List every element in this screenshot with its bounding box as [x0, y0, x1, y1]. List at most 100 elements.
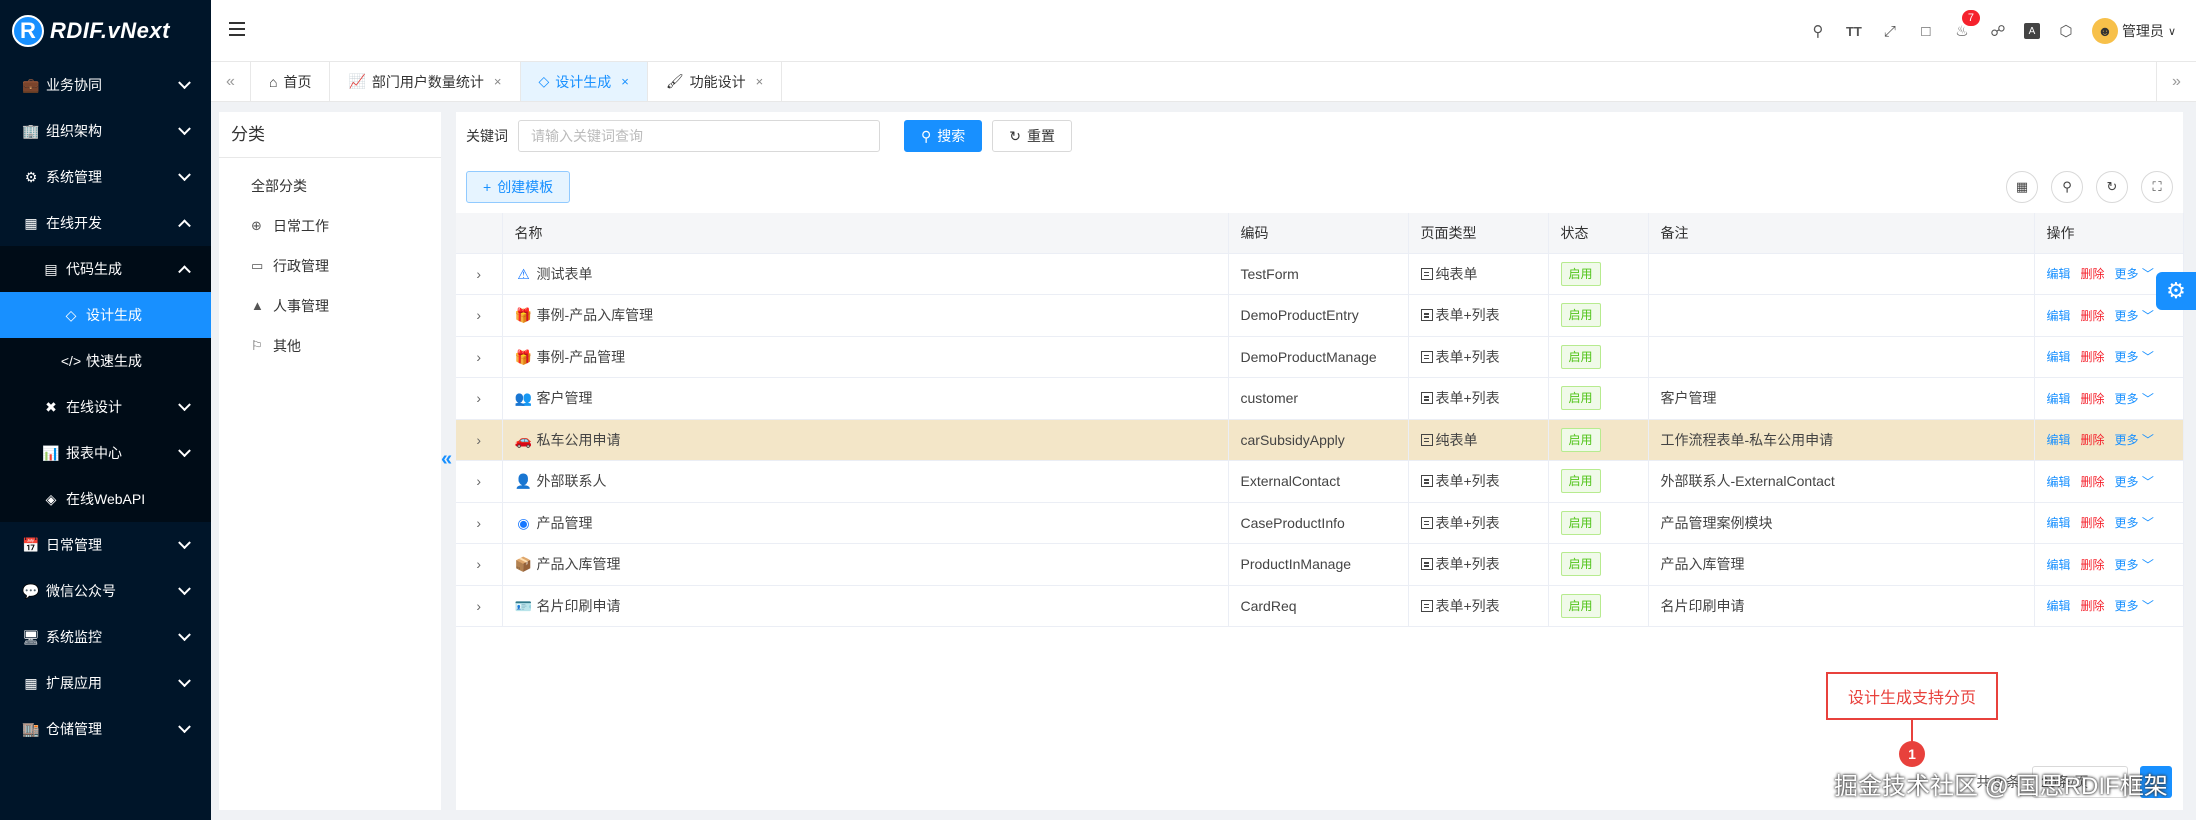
delete-link[interactable]: 删除 [2081, 350, 2105, 364]
expand-icon[interactable]: › [456, 543, 503, 586]
expand-icon[interactable]: › [456, 336, 503, 378]
sidebar-item-14[interactable]: 🏬 仓储管理 [0, 706, 211, 752]
delete-link[interactable]: 删除 [2081, 599, 2105, 613]
edit-link[interactable]: 编辑 [2047, 475, 2071, 489]
more-dropdown[interactable]: 更多 ﹀ [2115, 558, 2154, 572]
sidebar-item-12[interactable]: 🖥 系统监控 [0, 614, 211, 660]
edit-link[interactable]: 编辑 [2047, 267, 2071, 281]
tab-1[interactable]: 📈 部门用户数量统计 × [330, 62, 521, 101]
top-header: ⚲ TT ⤢ □ ♨ 7 ☍ A ⬡ ☻ 管理员 ∨ [211, 0, 2196, 62]
search-toggle-icon[interactable]: ⚲ [2051, 171, 2083, 203]
sidebar-item-5[interactable]: ◇ 设计生成 [0, 292, 211, 338]
status-badge: 启用 [1560, 510, 1601, 535]
expand-icon[interactable]: › [456, 253, 503, 295]
sidebar-item-13[interactable]: ▦ 扩展应用 [0, 660, 211, 706]
grid-view-icon[interactable]: ▦ [2006, 171, 2038, 203]
delete-link[interactable]: 删除 [2081, 475, 2105, 489]
more-dropdown[interactable]: 更多 ﹀ [2115, 350, 2154, 364]
category-item-0[interactable]: 全部分类 [219, 166, 441, 206]
tab-0[interactable]: ⌂ 首页 [251, 62, 331, 101]
table-row[interactable]: › 🎁 事例-产品管理 DemoProductManage 表单+列表 启用 编辑 删除 更多 … [456, 336, 2184, 378]
expand-icon[interactable]: › [456, 377, 503, 420]
expand-icon[interactable]: › [456, 419, 503, 461]
delete-link[interactable]: 删除 [2081, 267, 2105, 281]
sidebar-item-6[interactable]: </> 快速生成 [0, 338, 211, 384]
sidebar-item-8[interactable]: 📊 报表中心 [0, 430, 211, 476]
language-icon[interactable]: A [2023, 23, 2040, 39]
edit-link[interactable]: 编辑 [2047, 350, 2071, 364]
lock-icon[interactable]: ☍ [1988, 21, 2008, 41]
more-dropdown[interactable]: 更多 ﹀ [2115, 516, 2154, 530]
more-dropdown[interactable]: 更多 ﹀ [2115, 267, 2154, 281]
expand-icon[interactable]: › [456, 294, 503, 337]
edit-link[interactable]: 编辑 [2047, 433, 2071, 447]
sidebar-item-4[interactable]: ▤ 代码生成 [0, 246, 211, 292]
sidebar-item-2[interactable]: ⚙ 系统管理 [0, 154, 211, 200]
more-dropdown[interactable]: 更多 ﹀ [2115, 392, 2154, 406]
expand-icon[interactable]: › [456, 460, 503, 503]
fullscreen-icon[interactable]: ⛶ [2141, 171, 2173, 203]
sidebar-item-9[interactable]: ◈ 在线WebAPI [0, 476, 211, 522]
table-row[interactable]: › ◉ 产品管理 CaseProductInfo 表单+列表 启用 产品管理案例模块 编辑 删除… [456, 502, 2184, 544]
expand-icon[interactable]: › [456, 502, 503, 544]
app-logo[interactable]: R RDIF.vNext [0, 0, 211, 62]
close-icon[interactable]: × [621, 74, 629, 89]
more-dropdown[interactable]: 更多 ﹀ [2115, 433, 2154, 447]
category-item-4[interactable]: ⚐ 其他 [219, 326, 441, 366]
table-row[interactable]: › 📦 产品入库管理 ProductInManage 表单+列表 启用 产品入库管理 编辑 删除… [456, 543, 2184, 586]
page-type-cell: 表单+列表 [1408, 336, 1549, 378]
more-dropdown[interactable]: 更多 ﹀ [2115, 475, 2154, 489]
tabs-scroll-left-icon[interactable]: « [211, 62, 251, 101]
tabs-scroll-right-icon[interactable]: » [2156, 62, 2196, 102]
message-icon[interactable]: □ [1916, 21, 1936, 41]
reset-button[interactable]: ↻ 重置 [992, 120, 1072, 152]
table-row[interactable]: › 🚗 私车公用申请 carSubsidyApply 纯表单 启用 工作流程表单-私车公用申… [456, 419, 2184, 461]
collapse-panel-icon[interactable]: « [441, 448, 452, 471]
delete-link[interactable]: 删除 [2081, 558, 2105, 572]
edit-link[interactable]: 编辑 [2047, 558, 2071, 572]
delete-link[interactable]: 删除 [2081, 309, 2105, 323]
cube-icon[interactable]: ⬡ [2056, 21, 2076, 41]
edit-link[interactable]: 编辑 [2047, 599, 2071, 613]
edit-link[interactable]: 编辑 [2047, 392, 2071, 406]
category-item-1[interactable]: ⊕ 日常工作 [219, 206, 441, 246]
user-menu[interactable]: ☻ 管理员 ∨ [2091, 18, 2176, 44]
keyword-input[interactable]: 请输入关键词查询 [518, 120, 880, 152]
close-icon[interactable]: × [756, 74, 764, 89]
refresh-icon[interactable]: ↻ [2096, 171, 2128, 203]
category-item-2[interactable]: ▭ 行政管理 [219, 246, 441, 286]
search-button[interactable]: ⚲ 搜索 [904, 120, 983, 152]
table-row[interactable]: › 🎁 事例-产品入库管理 DemoProductEntry 表单+列表 启用 编辑 删除 更多… [456, 294, 2184, 337]
settings-gear-icon[interactable]: ⚙ [2156, 272, 2196, 310]
sidebar-item-7[interactable]: ✖ 在线设计 [0, 384, 211, 430]
sidebar-item-1[interactable]: 🏢 组织架构 [0, 108, 211, 154]
category-item-3[interactable]: ▲ 人事管理 [219, 286, 441, 326]
column-header-5: 备注 [1648, 213, 2035, 254]
table-row[interactable]: › 🪪 名片印刷申请 CardReq 表单+列表 启用 名片印刷申请 编辑 删除 更多 ﹀ [456, 585, 2184, 627]
more-dropdown[interactable]: 更多 ﹀ [2115, 599, 2154, 613]
tab-3[interactable]: 🖌 功能设计 × [648, 62, 783, 101]
create-template-button[interactable]: + 创建模板 [466, 171, 571, 203]
delete-link[interactable]: 删除 [2081, 433, 2105, 447]
sidebar-item-3[interactable]: ▦ 在线开发 [0, 200, 211, 246]
font-size-icon[interactable]: TT [1844, 21, 1864, 41]
delete-link[interactable]: 删除 [2081, 392, 2105, 406]
edit-link[interactable]: 编辑 [2047, 309, 2071, 323]
close-icon[interactable]: × [494, 74, 502, 89]
expand-icon[interactable]: › [456, 585, 503, 627]
table-row[interactable]: › 👥 客户管理 customer 表单+列表 启用 客户管理 编辑 删除 更多 ﹀ [456, 377, 2184, 420]
sidebar-item-11[interactable]: 💬 微信公众号 [0, 568, 211, 614]
menu-toggle-icon[interactable] [229, 22, 245, 36]
tab-2[interactable]: ◇ 设计生成 × [520, 62, 648, 101]
table-row[interactable]: › ⚠ 测试表单 TestForm 纯表单 启用 编辑 删除 更多 ﹀ [456, 253, 2184, 295]
bell-icon[interactable]: ♨ 7 [1952, 10, 1980, 41]
sidebar-item-0[interactable]: 💼 业务协同 [0, 62, 211, 108]
fullscreen-icon[interactable]: ⤢ [1880, 21, 1900, 41]
edit-link[interactable]: 编辑 [2047, 516, 2071, 530]
sidebar-item-10[interactable]: 📅 日常管理 [0, 522, 211, 568]
search-icon[interactable]: ⚲ [1808, 21, 1828, 41]
table-row[interactable]: › 👤 外部联系人 ExternalContact 表单+列表 启用 外部联系人-Exter… [456, 460, 2184, 503]
form-icon [1420, 309, 1433, 322]
more-dropdown[interactable]: 更多 ﹀ [2115, 309, 2154, 323]
delete-link[interactable]: 删除 [2081, 516, 2105, 530]
